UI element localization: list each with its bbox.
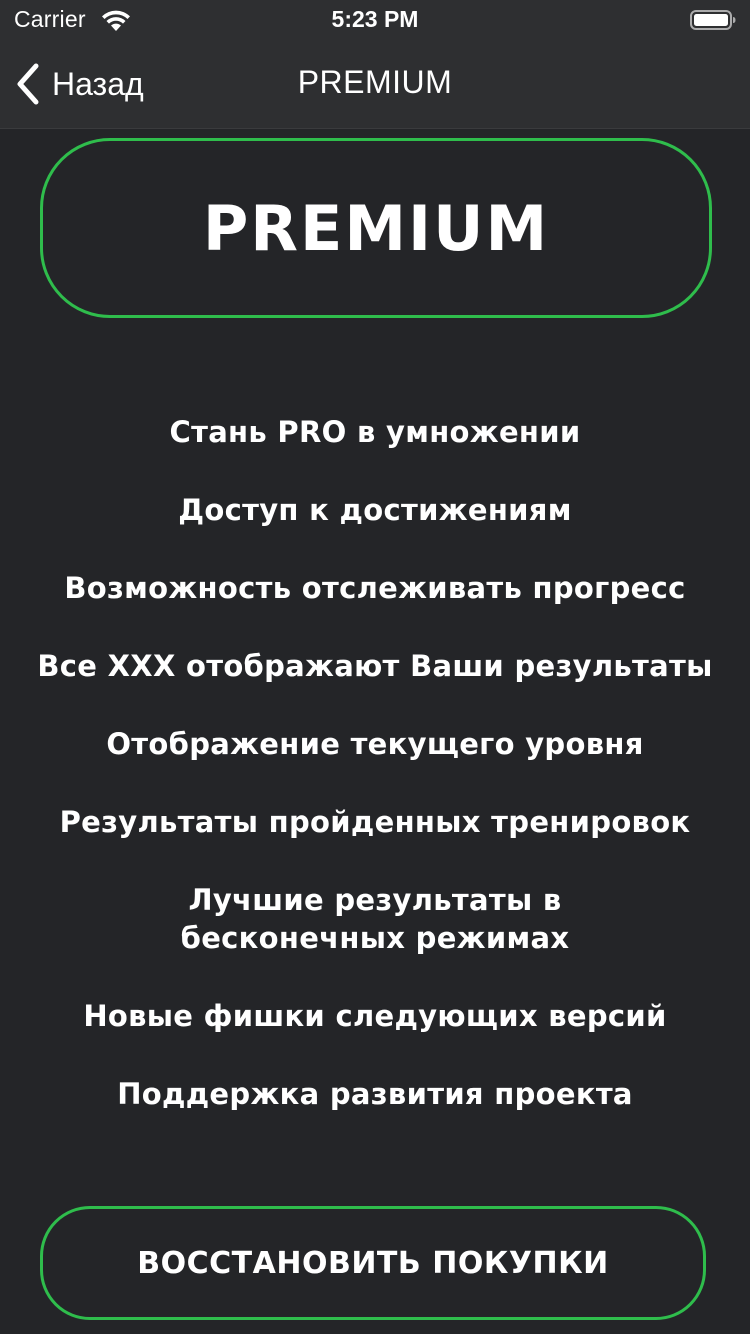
feature-item: Новые фишки следующих версий: [83, 999, 667, 1033]
restore-purchases-label: ВОССТАНОВИТЬ ПОКУПКИ: [137, 1245, 609, 1281]
feature-item: Результаты пройденных тренировок: [59, 805, 691, 839]
navigation-bar: Назад PREMIUM: [0, 40, 750, 128]
status-time: 5:23 PM: [331, 6, 419, 32]
feature-item: Доступ к достижениям: [178, 493, 572, 527]
premium-heading: PREMIUM: [202, 191, 550, 265]
battery-icon: [690, 10, 736, 30]
restore-purchases-button[interactable]: ВОССТАНОВИТЬ ПОКУПКИ: [40, 1206, 706, 1320]
top-bars: Carrier 5:23 PM Назад PREMIUM: [0, 0, 750, 129]
status-bar: Carrier 5:23 PM: [0, 0, 750, 40]
nav-title: PREMIUM: [297, 64, 453, 100]
feature-item: Стань PRO в умножении: [169, 415, 581, 449]
premium-banner: PREMIUM: [40, 138, 712, 318]
feature-item: Лучшие результаты в: [188, 883, 562, 917]
feature-item: Возможность отслеживать прогресс: [64, 571, 686, 605]
feature-item: Отображение текущего уровня: [106, 727, 644, 761]
feature-item: Поддержка развития проекта: [117, 1077, 633, 1111]
feature-item: Все XXX отображают Ваши результаты: [37, 649, 713, 683]
feature-item: бесконечных режимах: [180, 921, 570, 955]
